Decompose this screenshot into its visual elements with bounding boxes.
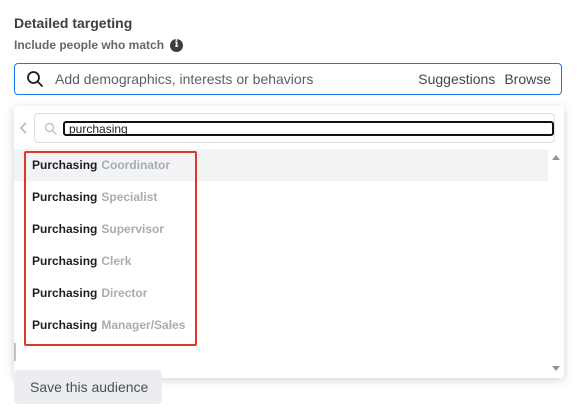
result-item[interactable]: Purchasing Clerk xyxy=(14,245,548,277)
result-rest: Clerk xyxy=(101,254,132,268)
info-icon[interactable]: i xyxy=(170,38,184,52)
result-rest: Director xyxy=(101,286,148,300)
suggestions-link[interactable]: Suggestions xyxy=(418,71,495,87)
scroll-up-icon[interactable] xyxy=(552,155,560,160)
results-list: Purchasing Coordinator Purchasing Specia… xyxy=(14,149,548,341)
result-rest: Manager/Sales xyxy=(101,318,186,332)
search-placeholder[interactable]: Add demographics, interests or behaviors xyxy=(55,71,418,87)
search-results-panel: Purchasing Coordinator Purchasing Specia… xyxy=(14,106,564,378)
result-item[interactable]: Purchasing Coordinator xyxy=(14,149,548,181)
chevron-left-icon[interactable] xyxy=(18,120,30,136)
save-audience-button[interactable]: Save this audience xyxy=(14,370,162,404)
browse-link[interactable]: Browse xyxy=(504,71,551,87)
result-rest: Supervisor xyxy=(101,222,165,236)
divider xyxy=(14,343,16,361)
scroll-down-icon[interactable] xyxy=(552,366,560,371)
result-rest: Coordinator xyxy=(101,158,171,172)
result-match: Purchasing xyxy=(32,190,98,204)
result-item[interactable]: Purchasing Manager/Sales xyxy=(14,309,548,341)
result-match: Purchasing xyxy=(32,158,98,172)
result-item[interactable]: Purchasing Supervisor xyxy=(14,213,548,245)
search-icon xyxy=(44,122,57,135)
result-match: Purchasing xyxy=(32,254,98,268)
result-match: Purchasing xyxy=(32,286,98,300)
query-input[interactable] xyxy=(63,121,554,136)
search-icon xyxy=(27,71,43,87)
result-match: Purchasing xyxy=(32,318,98,332)
result-rest: Specialist xyxy=(101,190,158,204)
detailed-targeting-search[interactable]: Add demographics, interests or behaviors… xyxy=(14,63,562,95)
result-match: Purchasing xyxy=(32,222,98,236)
subtitle-text: Include people who match xyxy=(14,38,165,52)
section-subtitle: Include people who match i xyxy=(14,38,184,52)
result-item[interactable]: Purchasing Director xyxy=(14,277,548,309)
inner-search-box[interactable] xyxy=(34,113,555,143)
section-title: Detailed targeting xyxy=(14,15,133,31)
result-item[interactable]: Purchasing Specialist xyxy=(14,181,548,213)
results-scrollbar[interactable] xyxy=(548,149,564,378)
